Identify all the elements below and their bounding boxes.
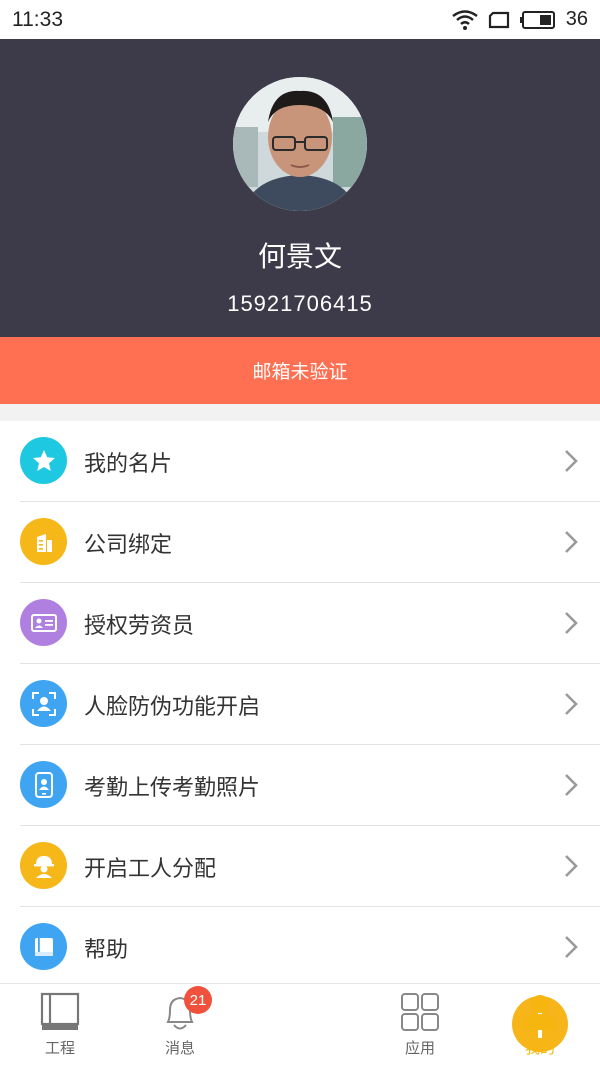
menu-item-worker-assignment[interactable]: 开启工人分配 (0, 826, 600, 907)
email-unverified-banner[interactable]: 邮箱未验证 (0, 337, 600, 404)
status-icons: 36 (452, 8, 588, 31)
status-bar: 11:33 36 (0, 0, 600, 39)
menu-item-attendance-photo[interactable]: 考勤上传考勤照片 (0, 745, 600, 826)
settings-menu: 我的名片 公司绑定 授权劳资员 人脸防伪功能开启 考勤上传考勤照片 开启工人分配… (0, 421, 600, 988)
wifi-icon (452, 9, 478, 30)
nav-item-project[interactable]: 工程 (0, 984, 120, 1067)
menu-item-authorize-payroll[interactable]: 授权劳资员 (0, 583, 600, 664)
battery-icon (519, 10, 555, 29)
menu-item-label: 考勤上传考勤照片 (84, 775, 261, 801)
star-icon (20, 437, 67, 484)
nav-item-messages[interactable]: 21 消息 (120, 984, 240, 1067)
status-time: 11:33 (12, 7, 63, 31)
building-icon (20, 518, 67, 565)
chevron-right-icon (565, 450, 578, 472)
nav-item-add[interactable] (240, 984, 568, 1067)
chevron-right-icon (565, 936, 578, 958)
menu-item-help[interactable]: 帮助 (0, 907, 600, 988)
nav-label: 工程 (44, 1039, 75, 1057)
menu-item-business-card[interactable]: 我的名片 (0, 421, 600, 502)
menu-item-company-binding[interactable]: 公司绑定 (0, 502, 600, 583)
user-name: 何景文 (257, 240, 342, 273)
sim-icon (488, 11, 509, 28)
book-icon (20, 923, 67, 970)
menu-item-face-anti-fraud[interactable]: 人脸防伪功能开启 (0, 664, 600, 745)
nav-label: 应用 (404, 1039, 435, 1057)
nav-label: 我的 (524, 1039, 555, 1057)
nav-item-apps[interactable]: 应用 (360, 984, 480, 1067)
unread-badge: 21 (184, 986, 212, 1014)
menu-item-label: 授权劳资员 (84, 613, 195, 639)
chevron-right-icon (565, 855, 578, 877)
bottom-nav: 工程 21 消息 应用 我的 (0, 983, 600, 1067)
menu-item-label: 人脸防伪功能开启 (84, 694, 261, 720)
menu-item-label: 开启工人分配 (84, 856, 217, 882)
face-scan-icon (20, 680, 67, 727)
chevron-right-icon (565, 774, 578, 796)
menu-item-label: 公司绑定 (84, 532, 173, 558)
avatar-photo (233, 77, 367, 211)
menu-item-label: 我的名片 (84, 451, 173, 477)
grid-icon (401, 993, 439, 1031)
menu-item-label: 帮助 (84, 937, 129, 963)
chevron-right-icon (565, 612, 578, 634)
chevron-right-icon (565, 693, 578, 715)
avatar[interactable] (233, 77, 367, 211)
phone-photo-icon (20, 761, 67, 808)
nav-label: 消息 (164, 1039, 195, 1057)
battery-level: 36 (565, 8, 588, 30)
project-icon (40, 992, 80, 1030)
profile-header: 何景文 15921706415 (0, 39, 600, 337)
id-card-icon (20, 599, 67, 646)
chevron-right-icon (565, 531, 578, 553)
user-phone: 15921706415 (227, 291, 373, 316)
email-unverified-text: 邮箱未验证 (252, 361, 348, 383)
worker-helmet-icon (20, 842, 67, 889)
nav-item-me[interactable]: 我的 (480, 984, 600, 1067)
user-icon (523, 995, 557, 1030)
